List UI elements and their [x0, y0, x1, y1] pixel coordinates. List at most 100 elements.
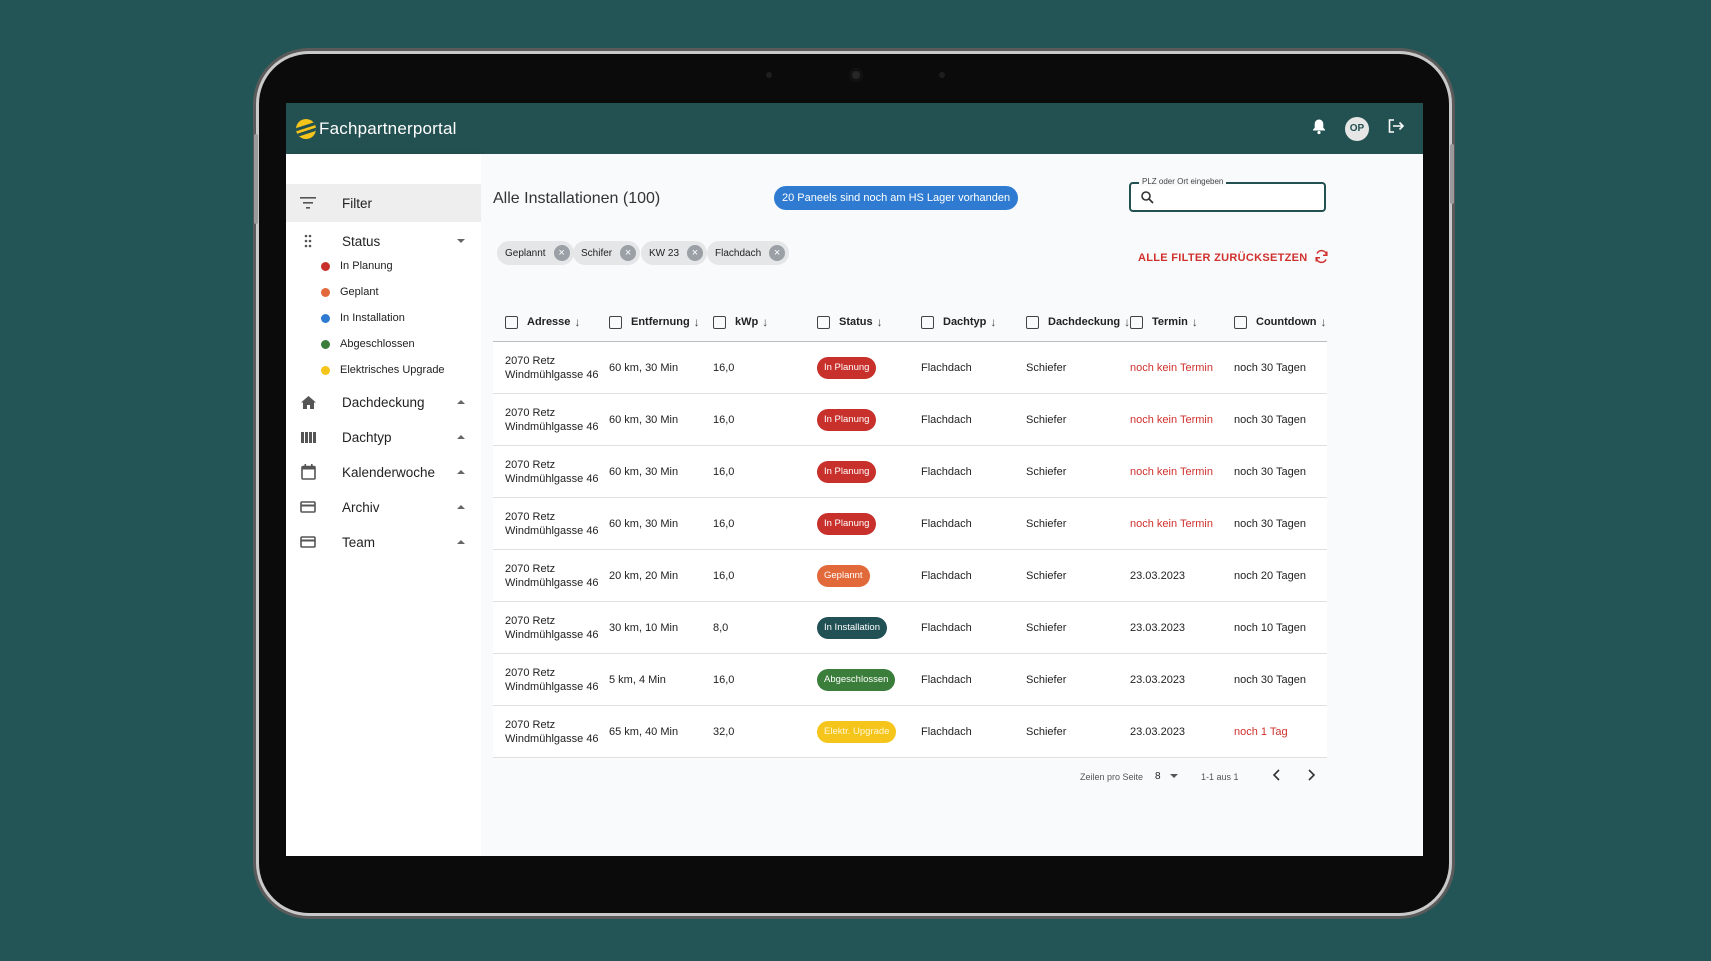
close-icon[interactable]: ×: [769, 245, 786, 261]
dachtyp-cell: Flachdach: [921, 570, 972, 582]
select-checkbox[interactable]: [609, 315, 622, 329]
close-icon[interactable]: ×: [687, 245, 704, 261]
sidebar-item-status[interactable]: Status: [286, 222, 481, 260]
card-icon: [299, 533, 317, 551]
close-icon[interactable]: ×: [620, 245, 637, 261]
search-icon: [1141, 191, 1154, 209]
chevron-left-icon[interactable]: [1272, 769, 1282, 783]
kwp-cell: 16,0: [713, 518, 735, 530]
sidebar-item-filter[interactable]: Filter: [286, 184, 481, 222]
address-city: 2070 Retz: [505, 355, 556, 367]
stock-info-badge[interactable]: 20 Paneels sind noch am HS Lager vorhand…: [774, 186, 1019, 210]
filter-chip-label: Geplannt: [505, 247, 546, 259]
column-header[interactable]: Dachtyp ↓: [921, 302, 996, 342]
close-icon[interactable]: ×: [553, 245, 570, 261]
drag-handle-icon: [299, 232, 317, 250]
status-filter-item[interactable]: In Planung: [321, 256, 393, 276]
column-header[interactable]: kWp ↓: [713, 302, 768, 342]
status-badge[interactable]: In Installation: [817, 617, 887, 639]
select-checkbox[interactable]: [505, 315, 518, 329]
countdown-cell: noch 20 Tagen: [1234, 570, 1306, 582]
filter-chip[interactable]: Flachdach ×: [707, 241, 790, 265]
table-row[interactable]: 2070 Retz Windmühlgasse 46 60 km, 30 Min 16…: [493, 498, 1327, 550]
status-badge[interactable]: Elektr. Upgrade: [817, 721, 897, 743]
sidebar-item-kalenderwoche[interactable]: Kalenderwoche: [286, 453, 481, 491]
table-row[interactable]: 2070 Retz Windmühlgasse 46 60 km, 30 Min 16…: [493, 394, 1327, 446]
sort-arrow-icon[interactable]: ↓: [1320, 315, 1326, 329]
select-checkbox[interactable]: [713, 315, 726, 329]
termin-cell: noch kein Termin: [1130, 518, 1213, 530]
status-filter-item[interactable]: In Installation: [321, 308, 405, 328]
column-header-label: Status: [839, 316, 873, 328]
table-row[interactable]: 2070 Retz Windmühlgasse 46 5 km, 4 Min 16,0…: [493, 654, 1327, 706]
column-header[interactable]: Entfernung ↓: [609, 302, 700, 342]
filter-chip[interactable]: KW 23 ×: [641, 241, 708, 265]
sort-arrow-icon[interactable]: ↓: [1192, 315, 1198, 329]
sidebar-item-dachdeckung[interactable]: Dachdeckung: [286, 383, 481, 421]
address-cell: 2070 Retz Windmühlgasse 46: [505, 342, 599, 394]
chevron-up-icon: [457, 400, 465, 404]
address-cell: 2070 Retz Windmühlgasse 46: [505, 706, 599, 758]
status-filter-item[interactable]: Elektrisches Upgrade: [321, 360, 445, 380]
dachdeckung-cell: Schiefer: [1026, 466, 1067, 478]
table-row[interactable]: 2070 Retz Windmühlgasse 46 30 km, 10 Min 8,…: [493, 602, 1327, 654]
status-badge[interactable]: Geplannt: [817, 565, 870, 587]
status-cell: In Planung: [817, 342, 877, 394]
select-checkbox[interactable]: [921, 315, 934, 329]
search-input[interactable]: [1159, 187, 1319, 207]
filter-icon: [299, 194, 317, 212]
select-checkbox[interactable]: [1234, 315, 1247, 329]
select-checkbox[interactable]: [1026, 315, 1039, 329]
address-city: 2070 Retz: [505, 563, 556, 575]
reset-filters-button[interactable]: ALLE FILTER ZURÜCKSETZEN: [1138, 249, 1329, 267]
address-cell: 2070 Retz Windmühlgasse 46: [505, 602, 599, 654]
chevron-right-icon[interactable]: [1306, 769, 1316, 783]
sort-arrow-icon[interactable]: ↓: [990, 315, 996, 329]
rows-per-page-label: Zeilen pro Seite: [1080, 772, 1144, 782]
chevron-down-icon[interactable]: [1170, 774, 1178, 778]
dachtyp-cell: Flachdach: [921, 414, 972, 426]
sidebar-item-archiv[interactable]: Archiv: [286, 488, 481, 526]
status-filter-item[interactable]: Abgeschlossen: [321, 334, 415, 354]
table-row[interactable]: 2070 Retz Windmühlgasse 46 60 km, 30 Min 16…: [493, 342, 1327, 394]
dachtyp-cell: Flachdach: [921, 726, 972, 738]
filter-chip[interactable]: Schifer ×: [573, 241, 641, 265]
column-header[interactable]: Termin ↓: [1130, 302, 1198, 342]
sidebar-item-team[interactable]: Team: [286, 523, 481, 561]
filter-chip[interactable]: Geplannt ×: [497, 241, 574, 265]
bell-icon[interactable]: [1311, 118, 1327, 140]
sort-arrow-icon[interactable]: ↓: [762, 315, 768, 329]
status-cell: In Installation: [817, 602, 887, 654]
address-street: Windmühlgasse 46: [505, 733, 599, 745]
status-filter-label: Abgeschlossen: [340, 338, 415, 350]
sort-arrow-icon[interactable]: ↓: [574, 315, 580, 329]
sort-arrow-icon[interactable]: ↓: [694, 315, 700, 329]
table-row[interactable]: 2070 Retz Windmühlgasse 46 60 km, 30 Min 16…: [493, 446, 1327, 498]
search-field[interactable]: PLZ oder Ort eingeben: [1129, 177, 1326, 212]
table-row[interactable]: 2070 Retz Windmühlgasse 46 65 km, 40 Min 32…: [493, 706, 1327, 758]
status-badge[interactable]: Abgeschlossen: [817, 669, 896, 691]
column-header[interactable]: Countdown ↓: [1234, 302, 1326, 342]
select-checkbox[interactable]: [817, 315, 830, 329]
status-badge[interactable]: In Planung: [817, 461, 877, 483]
dachtyp-cell: Flachdach: [921, 362, 972, 374]
sort-arrow-icon[interactable]: ↓: [877, 315, 883, 329]
column-header[interactable]: Dachdeckung ↓: [1026, 302, 1130, 342]
select-checkbox[interactable]: [1130, 315, 1143, 329]
status-badge[interactable]: In Planung: [817, 357, 877, 379]
sidebar-item-dachtyp[interactable]: Dachtyp: [286, 418, 481, 456]
table-row[interactable]: 2070 Retz Windmühlgasse 46 20 km, 20 Min 16…: [493, 550, 1327, 602]
status-filter-item[interactable]: Geplant: [321, 282, 379, 302]
column-header[interactable]: Adresse ↓: [505, 302, 580, 342]
termin-cell: 23.03.2023: [1130, 726, 1186, 738]
kwp-cell: 16,0: [713, 674, 735, 686]
avatar[interactable]: OP: [1345, 116, 1369, 141]
sidebar-item-label: Dachtyp: [342, 429, 392, 445]
rows-per-page-select[interactable]: 8: [1155, 771, 1161, 782]
status-badge[interactable]: In Planung: [817, 409, 877, 431]
calendar-icon: [299, 463, 317, 481]
distance-cell: 5 km, 4 Min: [609, 674, 666, 686]
status-badge[interactable]: In Planung: [817, 513, 877, 535]
logout-icon[interactable]: [1387, 118, 1405, 139]
column-header[interactable]: Status ↓: [817, 302, 883, 342]
